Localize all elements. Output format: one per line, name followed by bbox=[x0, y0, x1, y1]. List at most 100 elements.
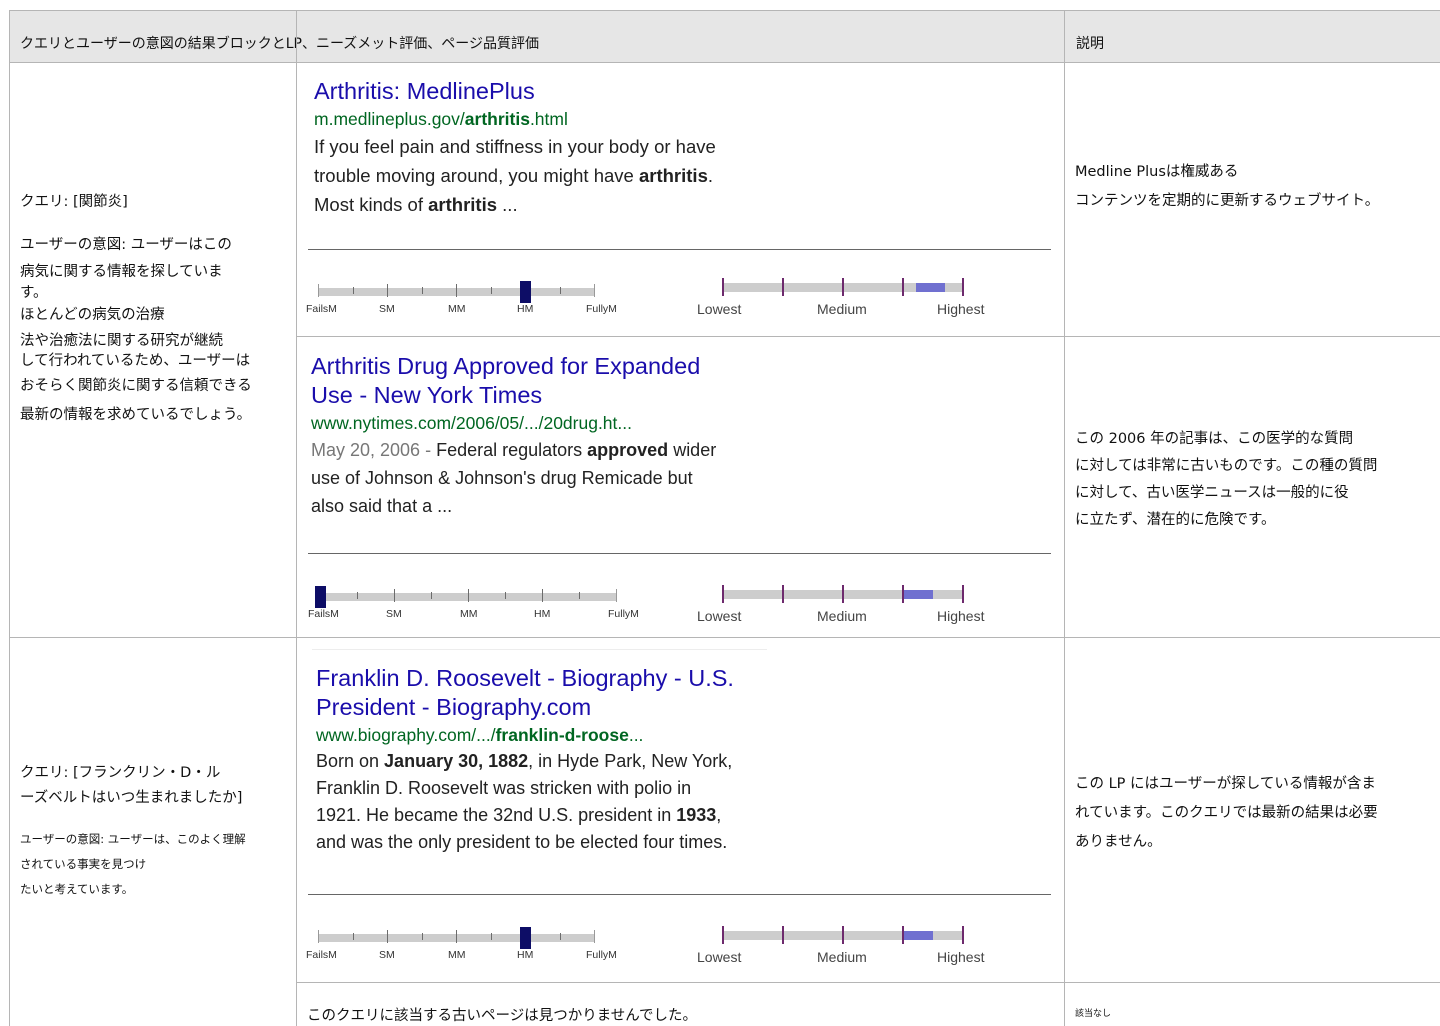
header-column-explanation: 説明 bbox=[1076, 36, 1104, 52]
intent-line: 最新の情報を求めているでしょう。 bbox=[20, 407, 252, 423]
needs-met-tick bbox=[456, 930, 457, 943]
needs-met-tick bbox=[357, 592, 358, 599]
result-snippet: Born on January 30, 1882, in Hyde Park, … bbox=[316, 751, 733, 852]
page-quality-label: Medium bbox=[817, 608, 867, 624]
needs-met-label: FullyM bbox=[586, 303, 617, 315]
explanation-line: コンテンツを定期的に更新するウェブサイト。 bbox=[1075, 193, 1380, 209]
page-quality-tick bbox=[902, 278, 904, 296]
intent-line: ほとんどの病気の治療 bbox=[20, 307, 165, 323]
needs-met-marker bbox=[520, 927, 531, 949]
result-divider bbox=[308, 894, 1051, 895]
explanation-line: Medline Plusは権威ある bbox=[1075, 164, 1239, 180]
intent-line: ユーザーの意図: ユーザーは、このよく理解 bbox=[20, 832, 246, 846]
needs-met-label: FailsM bbox=[306, 303, 337, 315]
search-result-block: Arthritis Drug Approved for Expanded Use… bbox=[311, 352, 1051, 520]
intent-line: して行われているため、ユーザーは bbox=[20, 353, 251, 369]
no-result-explanation: 該当なし bbox=[1075, 1009, 1112, 1019]
page-quality-label: Lowest bbox=[697, 301, 742, 317]
needs-met-tick bbox=[431, 592, 432, 599]
page-quality-tick bbox=[902, 926, 904, 944]
page-quality-fill bbox=[916, 283, 946, 292]
needs-met-label: SM bbox=[386, 608, 402, 620]
needs-met-label: FailsM bbox=[308, 608, 339, 620]
page-quality-label: Highest bbox=[937, 301, 985, 317]
needs-met-label: FullyM bbox=[586, 949, 617, 961]
intent-line: ユーザーの意図: ユーザーはこの bbox=[20, 237, 232, 253]
page-quality-tick bbox=[962, 585, 964, 603]
grid-line bbox=[9, 10, 1440, 11]
needs-met-tick bbox=[456, 284, 457, 297]
needs-met-label: SM bbox=[379, 303, 395, 315]
needs-met-tick bbox=[468, 589, 469, 602]
result-url[interactable]: www.biography.com/.../franklin-d-roose..… bbox=[316, 722, 1056, 748]
needs-met-tick bbox=[387, 930, 388, 943]
needs-met-label: SM bbox=[379, 949, 395, 961]
result-snippet: If you feel pain and stiffness in your b… bbox=[314, 136, 716, 215]
result-url[interactable]: www.nytimes.com/2006/05/.../20drug.ht... bbox=[311, 410, 1051, 436]
result-title[interactable]: Arthritis: MedlinePlus bbox=[314, 77, 1034, 106]
page-quality-fill bbox=[904, 590, 934, 599]
page-quality-tick bbox=[782, 926, 784, 944]
needs-met-label: FailsM bbox=[306, 949, 337, 961]
grid-line bbox=[296, 982, 1440, 983]
explanation-line: れています。このクエリでは最新の結果は必要 bbox=[1075, 805, 1378, 821]
intent-line: おそらく関節炎に関する信頼できる bbox=[20, 378, 252, 394]
needs-met-tick bbox=[318, 930, 319, 943]
grid-line bbox=[312, 649, 767, 650]
result-snippet: May 20, 2006 - Federal regulators approv… bbox=[311, 440, 717, 516]
needs-met-tick bbox=[421, 287, 423, 294]
needs-met-tick bbox=[352, 287, 354, 294]
needs-met-tick bbox=[394, 589, 395, 602]
result-title[interactable]: Franklin D. Roosevelt - Biography - U.S.… bbox=[316, 664, 1056, 722]
needs-met-tick bbox=[616, 589, 617, 602]
explanation-line: ありません。 bbox=[1075, 834, 1162, 850]
page-quality-fill bbox=[904, 931, 934, 940]
grid-line bbox=[9, 637, 1440, 638]
page-quality-tick bbox=[722, 278, 724, 296]
needs-met-scale: FailsM SM MM HM FullyM bbox=[306, 279, 617, 319]
grid-line bbox=[1064, 10, 1065, 1026]
needs-met-label: MM bbox=[460, 608, 478, 620]
grid-line bbox=[296, 10, 297, 1026]
needs-met-label: HM bbox=[534, 608, 551, 620]
needs-met-label: HM bbox=[517, 303, 534, 315]
needs-met-tick bbox=[559, 287, 561, 294]
needs-met-marker bbox=[315, 586, 326, 608]
explanation-line: に対して、古い医学ニュースは一般的に役 bbox=[1075, 485, 1349, 501]
query-text: クエリ: [フランクリン・D・ル bbox=[20, 765, 221, 781]
search-result-block: Franklin D. Roosevelt - Biography - U.S.… bbox=[316, 664, 1056, 856]
needs-met-tick bbox=[387, 284, 388, 297]
page-quality-tick bbox=[842, 278, 844, 296]
result-title[interactable]: Arthritis Drug Approved for Expanded Use… bbox=[311, 352, 1051, 410]
needs-met-tick bbox=[594, 284, 595, 297]
needs-met-tick bbox=[594, 930, 595, 943]
grid-line bbox=[9, 62, 1440, 63]
needs-met-scale: FailsM SM MM HM FullyM bbox=[308, 584, 639, 624]
page-quality-tick bbox=[962, 278, 964, 296]
needs-met-scale: FailsM SM MM HM FullyM bbox=[306, 925, 617, 965]
result-date: May 20, 2006 - bbox=[311, 440, 437, 460]
page-quality-tick bbox=[782, 585, 784, 603]
needs-met-marker bbox=[520, 281, 531, 303]
page-quality-label: Medium bbox=[817, 301, 867, 317]
page-quality-label: Lowest bbox=[697, 949, 742, 965]
page-quality-tick bbox=[782, 278, 784, 296]
needs-met-tick bbox=[559, 933, 561, 940]
needs-met-tick bbox=[505, 592, 506, 599]
result-divider bbox=[308, 553, 1051, 554]
explanation-line: この 2006 年の記事は、この医学的な質問 bbox=[1075, 431, 1354, 447]
intent-line: たいと考えています。 bbox=[20, 882, 134, 896]
query-text: クエリ: [関節炎] bbox=[20, 194, 128, 210]
page-quality-label: Highest bbox=[937, 608, 985, 624]
no-result-text: このクエリに該当する古いページは見つかりませんでした。 bbox=[307, 1008, 698, 1024]
explanation-cell: この LP にはユーザーが探している情報が含ま れています。このクエリでは最新の… bbox=[1075, 772, 1435, 855]
needs-met-tick bbox=[490, 933, 492, 940]
page-quality-tick bbox=[842, 926, 844, 944]
grid-line bbox=[9, 10, 10, 1026]
result-divider bbox=[308, 249, 1051, 250]
explanation-line: この LP にはユーザーが探している情報が含ま bbox=[1075, 776, 1376, 792]
intent-line: 法や治癒法に関する研究が継続 bbox=[20, 333, 223, 349]
search-result-block: Arthritis: MedlinePlus m.medlineplus.gov… bbox=[314, 77, 1034, 219]
result-url[interactable]: m.medlineplus.gov/arthritis.html bbox=[314, 106, 1034, 132]
needs-met-tick bbox=[490, 287, 492, 294]
